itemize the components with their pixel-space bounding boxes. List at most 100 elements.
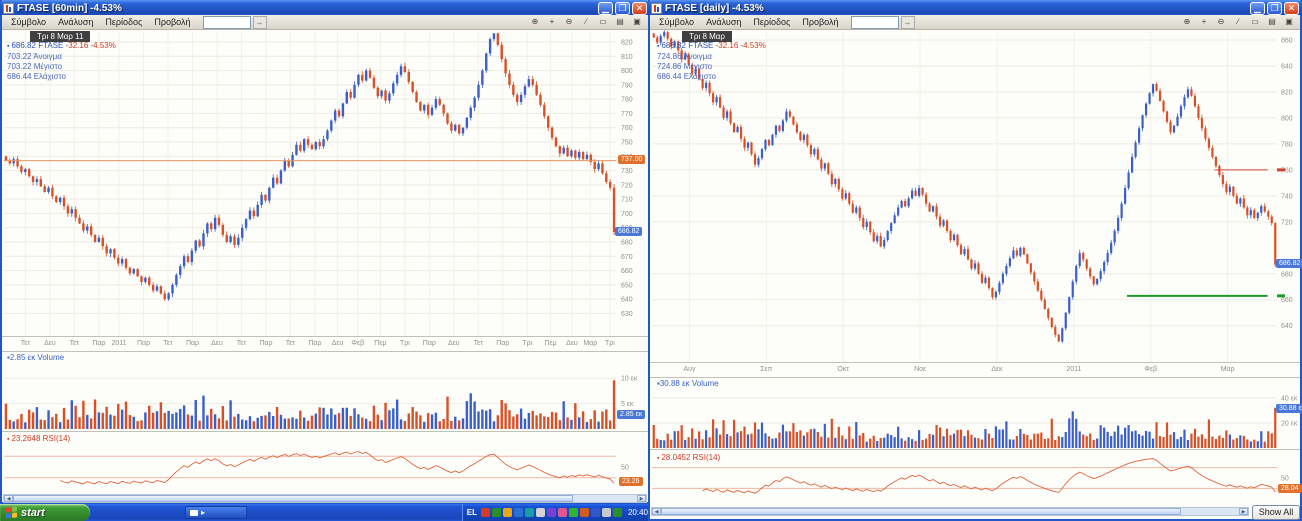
scrollbar-thumb[interactable] bbox=[661, 508, 1181, 515]
zoom-out-icon[interactable]: ⊖ bbox=[1213, 15, 1229, 29]
tray-icon[interactable] bbox=[558, 508, 567, 517]
go-button[interactable]: → bbox=[901, 16, 915, 29]
crosshair-icon[interactable]: + bbox=[544, 15, 560, 29]
svg-text:Παρ: Παρ bbox=[308, 340, 321, 347]
scroll-left-arrow[interactable]: ◀ bbox=[652, 508, 661, 515]
horizontal-scrollbar[interactable]: ◀ ▶ bbox=[651, 507, 1249, 516]
menu-item-3[interactable]: Περίοδος bbox=[99, 16, 148, 28]
chart-canvas-daily[interactable]: 860840820800780760740720680660640ΑυγΣεπΟ… bbox=[650, 30, 1300, 506]
crosshair-icon[interactable]: + bbox=[1196, 15, 1212, 29]
svg-text:750: 750 bbox=[621, 140, 633, 147]
maximize-button[interactable]: ❐ bbox=[615, 2, 630, 15]
save-icon[interactable]: ▣ bbox=[629, 15, 645, 29]
svg-text:770: 770 bbox=[621, 111, 633, 118]
tray-icon[interactable] bbox=[591, 508, 600, 517]
svg-text:40 εκ: 40 εκ bbox=[1281, 396, 1298, 403]
tray-icon[interactable] bbox=[536, 508, 545, 517]
svg-text:5 εκ: 5 εκ bbox=[621, 401, 634, 408]
tray-icon[interactable] bbox=[514, 508, 523, 517]
tray-icon[interactable] bbox=[613, 508, 622, 517]
svg-text:Φεβ: Φεβ bbox=[1144, 366, 1157, 373]
taskbar-app-button[interactable]: ▸ bbox=[185, 506, 247, 519]
taskbar: start ▸ EL 20:40 bbox=[0, 504, 652, 521]
last-price-label: 686.82 bbox=[1276, 259, 1302, 268]
chart-icon[interactable]: ▤ bbox=[612, 15, 628, 29]
taskbar-button-caret: ▸ bbox=[201, 508, 205, 517]
volume-value-label: 30.88 εκ bbox=[1276, 404, 1302, 413]
menu-item-4[interactable]: Προβολή bbox=[148, 16, 196, 28]
tray-icon[interactable] bbox=[525, 508, 534, 517]
symbol-input[interactable] bbox=[203, 16, 251, 29]
menu-item-1[interactable]: Σύμβολο bbox=[5, 16, 52, 28]
svg-text:730: 730 bbox=[621, 168, 633, 175]
rectangle-icon[interactable]: ▭ bbox=[1247, 15, 1263, 29]
menu-bar-right: ΣύμβολοΑνάλυσηΠερίοδοςΠροβολή → ⊕+⊖∕▭▤▣ bbox=[650, 15, 1300, 30]
tray-icon[interactable] bbox=[492, 508, 501, 517]
start-button[interactable]: start bbox=[0, 504, 90, 521]
svg-text:Δευ: Δευ bbox=[448, 340, 460, 347]
tray-icon[interactable] bbox=[503, 508, 512, 517]
svg-text:Τετ: Τετ bbox=[21, 340, 31, 347]
menu-item-2[interactable]: Ανάλυση bbox=[52, 16, 99, 28]
svg-text:650: 650 bbox=[621, 282, 633, 289]
tray-icon[interactable] bbox=[481, 508, 490, 517]
zoom-out-icon[interactable]: ⊖ bbox=[561, 15, 577, 29]
close-button[interactable]: ✕ bbox=[632, 2, 647, 15]
rectangle-icon[interactable]: ▭ bbox=[595, 15, 611, 29]
svg-text:810: 810 bbox=[621, 54, 633, 61]
rsi-line: 50 bbox=[652, 459, 1289, 494]
svg-text:840: 840 bbox=[1281, 63, 1293, 70]
scroll-right-arrow[interactable]: ▶ bbox=[1239, 508, 1248, 515]
minimize-button[interactable]: ▁ bbox=[1250, 2, 1265, 15]
svg-text:Αυγ: Αυγ bbox=[684, 366, 696, 373]
rsi-pane-header: ▪23.2648 RSI(14) bbox=[7, 434, 70, 443]
minimize-button[interactable]: ▁ bbox=[598, 2, 613, 15]
svg-text:10 εκ: 10 εκ bbox=[621, 376, 638, 383]
tray-icon[interactable] bbox=[580, 508, 589, 517]
show-all-button[interactable]: Show All bbox=[1252, 505, 1300, 520]
rsi-value-label: 28.04 bbox=[1278, 484, 1302, 493]
menu-bar-left: ΣύμβολοΑνάλυσηΠερίοδοςΠροβολή → ⊕+⊖∕▭▤▣ bbox=[2, 15, 648, 30]
horizontal-scrollbar[interactable]: ◀ ▶ bbox=[3, 494, 647, 503]
desktop: FTASE [60min] -4.53% ▁ ❐ ✕ ΣύμβολοΑνάλυσ… bbox=[0, 0, 1302, 521]
tray-icon[interactable] bbox=[547, 508, 556, 517]
svg-text:780: 780 bbox=[621, 97, 633, 104]
menu-item-1[interactable]: Σύμβολο bbox=[653, 16, 700, 28]
svg-text:Παρ: Παρ bbox=[186, 340, 199, 347]
scroll-right-arrow[interactable]: ▶ bbox=[637, 495, 646, 502]
zoom-in-icon[interactable]: ⊕ bbox=[1179, 15, 1195, 29]
svg-text:Μαρ: Μαρ bbox=[1221, 366, 1235, 373]
volume-bars: 10 εκ 5 εκ bbox=[4, 376, 638, 429]
menu-item-3[interactable]: Περίοδος bbox=[747, 16, 796, 28]
scrollbar-thumb[interactable] bbox=[13, 495, 573, 502]
svg-text:740: 740 bbox=[1281, 193, 1293, 200]
svg-text:640: 640 bbox=[1281, 323, 1293, 330]
svg-text:Φεβ: Φεβ bbox=[351, 340, 364, 347]
svg-text:Δεκ: Δεκ bbox=[991, 366, 1003, 373]
tray-icon[interactable] bbox=[602, 508, 611, 517]
svg-text:Πεμ: Πεμ bbox=[544, 340, 556, 347]
svg-text:640: 640 bbox=[621, 297, 633, 304]
close-button[interactable]: ✕ bbox=[1284, 2, 1299, 15]
symbol-input[interactable] bbox=[851, 16, 899, 29]
menu-item-2[interactable]: Ανάλυση bbox=[700, 16, 747, 28]
trendline-icon[interactable]: ∕ bbox=[1230, 15, 1246, 29]
trendline-icon[interactable]: ∕ bbox=[578, 15, 594, 29]
menu-item-4[interactable]: Προβολή bbox=[796, 16, 844, 28]
maximize-button[interactable]: ❐ bbox=[1267, 2, 1282, 15]
chart-icon[interactable]: ▤ bbox=[1264, 15, 1280, 29]
window-ftase-60min: FTASE [60min] -4.53% ▁ ❐ ✕ ΣύμβολοΑνάλυσ… bbox=[0, 0, 650, 504]
tray-icon[interactable] bbox=[569, 508, 578, 517]
svg-text:710: 710 bbox=[621, 197, 633, 204]
scroll-left-arrow[interactable]: ◀ bbox=[4, 495, 13, 502]
save-icon[interactable]: ▣ bbox=[1281, 15, 1297, 29]
svg-text:Τετ: Τετ bbox=[163, 340, 173, 347]
zoom-in-icon[interactable]: ⊕ bbox=[527, 15, 543, 29]
chart-canvas-60min[interactable]: 8208108007907807707607507407307207107006… bbox=[2, 30, 648, 496]
y-axis-ticks: 8208108007907807707607507407307207107006… bbox=[21, 40, 633, 348]
svg-text:780: 780 bbox=[1281, 141, 1293, 148]
go-button[interactable]: → bbox=[253, 16, 267, 29]
language-indicator[interactable]: EL bbox=[467, 508, 477, 517]
last-price-label: 686.82 bbox=[615, 227, 642, 236]
taskbar-clock[interactable]: 20:40 bbox=[628, 508, 648, 517]
